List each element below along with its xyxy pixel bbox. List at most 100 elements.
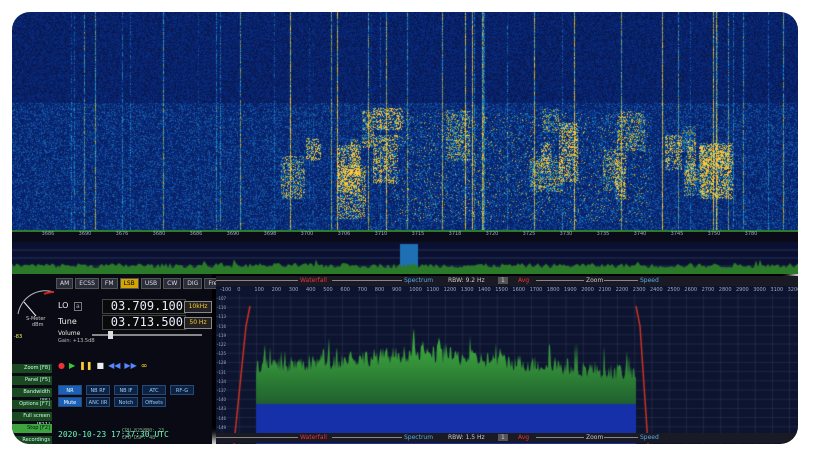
fast-forward-icon[interactable]: ▶▶ xyxy=(124,361,136,370)
side-button[interactable]: Bandwidth [F6] xyxy=(12,388,52,404)
spectrum-y-tick-label: -134 xyxy=(217,378,227,384)
scale-tick-label: 3698 xyxy=(263,231,277,237)
mode-button-fm[interactable]: FM xyxy=(100,278,118,289)
volume-slider[interactable] xyxy=(92,331,202,339)
tune-step-select[interactable]: 50 Hz xyxy=(184,317,212,329)
side-button[interactable]: Full screen [F11] xyxy=(12,412,52,428)
spectrum-x-tick-label: 2200 xyxy=(615,287,629,293)
spectrum-toolbar-bottom: Waterfall Spectrum RBW: 1.5 Hz 1 Avg Zoo… xyxy=(216,433,798,443)
scale-tick-label: 3690 xyxy=(78,231,92,237)
dsp-button[interactable]: RF-G xyxy=(170,385,194,395)
spectrum-y-tick-label: -143 xyxy=(217,406,227,412)
lo-step-select[interactable]: 10kHz xyxy=(184,301,212,313)
lo-label: LO xyxy=(58,301,69,310)
lock-icon[interactable]: a xyxy=(74,302,82,311)
rewind-icon[interactable]: ◀◀ xyxy=(108,361,120,370)
spectrum-y-tick-label: -146 xyxy=(217,415,227,421)
waterfall-label-bottom: Waterfall xyxy=(300,434,327,441)
waterfall-label-top: Waterfall xyxy=(300,277,327,284)
spectrum-x-tick-label: 1200 xyxy=(443,287,457,293)
spectrum-panel: -100 0 100 200 300 400 500 600 700 800 900 1000 1100… xyxy=(216,286,798,444)
spectrum-x-tick-label: 800 xyxy=(374,287,385,293)
scale-tick-label: 3720 xyxy=(485,231,499,237)
s-meter-value: -83 xyxy=(14,334,23,340)
side-button[interactable]: Recordings [F4] xyxy=(12,436,52,444)
spectrum-x-tick-label: 500 xyxy=(323,287,333,293)
mode-button-usb[interactable]: USB xyxy=(140,278,162,289)
mode-button-ecss[interactable]: ECSS xyxy=(75,278,99,289)
side-button[interactable]: Stop [F2] xyxy=(12,424,52,433)
dsp-button[interactable]: Mute xyxy=(58,397,82,407)
spectrum-x-tick-label: 1400 xyxy=(478,287,491,293)
spectrum-y-tick-label: -122 xyxy=(217,342,227,347)
spectrum-x-tick-label: 2900 xyxy=(736,287,749,293)
spectrum-x-tick-label: 1100 xyxy=(426,287,440,293)
cpu-dsp-usage: CPU DSP: 48 xyxy=(122,435,156,441)
cpu-usage: CPU 8258B0: 23 xyxy=(122,428,165,434)
spectrum-y-tick-label: -113 xyxy=(217,314,227,320)
spectrum-display[interactable] xyxy=(216,286,798,444)
play-icon[interactable]: ▶ xyxy=(69,361,75,370)
rbw-label-bottom: RBW: 1.5 Hz xyxy=(448,434,485,441)
mode-button-am[interactable]: AM xyxy=(56,278,74,289)
side-button[interactable]: Options [F7] xyxy=(12,400,52,409)
record-icon[interactable]: ● xyxy=(58,361,65,370)
spectrum-x-tick-label: 1800 xyxy=(546,287,560,293)
scale-tick-label: 3745 xyxy=(670,231,684,237)
tune-frequency[interactable]: 03.713.500 xyxy=(102,315,186,330)
volume-label: Volume xyxy=(58,330,81,337)
spectrum-x-tick-label: 1600 xyxy=(512,287,526,293)
dsp-button[interactable]: ATC xyxy=(142,385,166,395)
spectrum-y-tick-label: -125 xyxy=(217,351,227,357)
rbw-label-top: RBW: 9.2 Hz xyxy=(448,277,485,284)
gain-readout: Gain: +13.5dB xyxy=(58,338,95,344)
side-button[interactable]: Panel [F5] xyxy=(12,376,52,385)
spectrum-x-tick-label: 900 xyxy=(392,287,402,293)
spectrum-x-tick-label: 2500 xyxy=(667,287,680,293)
dsp-button[interactable]: NB RF xyxy=(86,385,110,395)
dsp-button[interactable]: Notch xyxy=(114,397,138,407)
spectrum-x-tick-label: 2800 xyxy=(718,287,732,293)
spectrum-x-tick-label: 700 xyxy=(357,287,368,293)
scale-tick-label: 3730 xyxy=(559,231,573,237)
scale-tick-label: 3715 xyxy=(411,231,425,237)
avg-select-bottom[interactable]: 1 xyxy=(498,434,508,441)
speed-label-bottom: Speed xyxy=(640,434,659,441)
loop-icon[interactable]: ∞ xyxy=(141,361,148,370)
spectrum-x-tick-label: 2300 xyxy=(632,287,646,293)
sdr-app-window: 3686 3690 3676 3680 3686 3690 3698 3700 3706 3710… xyxy=(12,12,798,444)
lo-frequency[interactable]: 03.709.100 xyxy=(102,299,186,314)
pause-icon[interactable]: ❚❚ xyxy=(79,361,92,370)
frequency-scale: 3686 3690 3676 3680 3686 3690 3698 3700 3706 3710… xyxy=(12,230,798,242)
waterfall-display[interactable] xyxy=(12,12,798,232)
overview-spectrum[interactable] xyxy=(12,242,798,274)
spectrum-x-tick-label: 1000 xyxy=(409,287,422,293)
volume-slider-thumb[interactable] xyxy=(108,331,113,339)
spectrum-x-tick-label: -100 xyxy=(220,287,232,293)
spectrum-y-tick-label: -131 xyxy=(217,369,227,375)
spectrum-label-top: Spectrum xyxy=(404,277,434,284)
spectrum-y-tick-label: -149 xyxy=(217,424,227,430)
spectrum-x-tick-label: 1900 xyxy=(564,287,577,293)
spectrum-y-tick-label: -140 xyxy=(217,397,227,403)
dsp-button[interactable]: NR xyxy=(58,385,82,395)
side-button[interactable]: Zoom [F8] xyxy=(12,364,52,373)
scale-tick-label: 3725 xyxy=(522,231,536,237)
spectrum-x-tick-label: 1700 xyxy=(529,287,543,293)
mode-button-lsb[interactable]: LSB xyxy=(119,278,139,289)
dsp-button[interactable]: Offsets xyxy=(142,397,166,407)
spectrum-x-tick-label: 1300 xyxy=(460,287,474,293)
spectrum-y-tick-label: -110 xyxy=(217,305,227,311)
dsp-button[interactable]: NB IF xyxy=(114,385,138,395)
scale-tick-label: 3780 xyxy=(744,231,758,237)
tune-label: Tune xyxy=(58,317,77,326)
dsp-button[interactable]: ANC IIR xyxy=(86,397,110,407)
scale-tick-label: 3750 xyxy=(707,231,721,237)
zoom-label-top: Zoom xyxy=(586,277,604,284)
avg-label-top: Avg xyxy=(518,277,530,284)
scale-tick-label: 3686 xyxy=(41,231,55,237)
mode-button-dig[interactable]: DIG xyxy=(183,278,203,289)
stop-icon[interactable]: ■ xyxy=(97,361,105,370)
mode-button-cw[interactable]: CW xyxy=(163,278,182,289)
avg-select-top[interactable]: 1 xyxy=(498,277,508,284)
